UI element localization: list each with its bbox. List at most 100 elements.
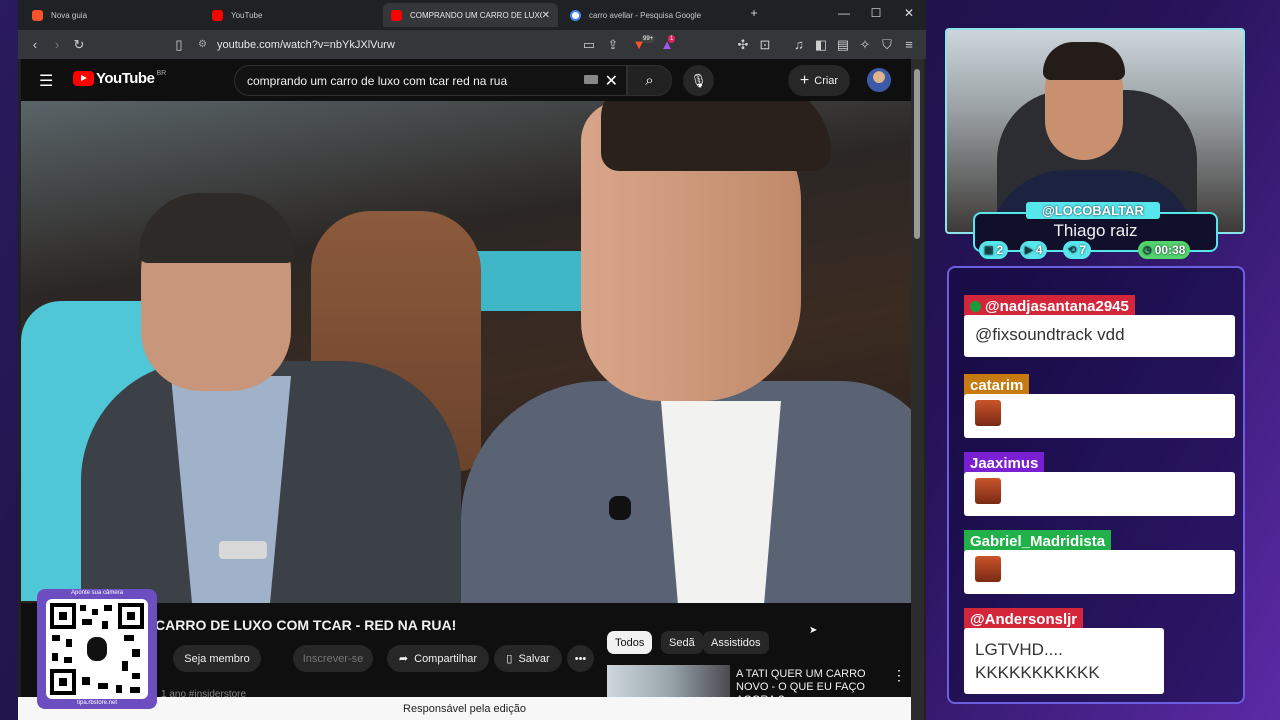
tab-youtube[interactable]: YouTube	[204, 3, 374, 27]
chat-overlay: @nadjasantana2945 @fixsoundtrack vdd cat…	[947, 266, 1245, 704]
chip-todos[interactable]: Todos	[607, 631, 653, 654]
youtube-icon	[212, 9, 223, 21]
youtube-header: ☰ YouTube BR comprando um carro de luxo …	[21, 59, 914, 101]
youtube-icon	[391, 9, 402, 21]
qr-caption-bottom: tipa.rbstore.net	[76, 700, 118, 706]
streamer-handle: @LOCOBALTAR	[1026, 202, 1160, 219]
video-frame	[61, 193, 481, 603]
media-icon[interactable]: ♫	[790, 36, 808, 53]
close-tab-icon[interactable]: ✕	[542, 10, 550, 21]
bookmark-icon[interactable]: ▯	[170, 36, 188, 53]
qr-code-overlay: Aponte sua câmera tipa.rbstore.net	[37, 589, 157, 709]
share-label: Compartilhar	[414, 652, 478, 665]
region-code: BR	[156, 70, 167, 77]
chat-username: Gabriel_Madridista	[964, 530, 1112, 552]
tab-video[interactable]: COMPRANDO UM CARRO DE LUXO CO✕	[383, 3, 558, 27]
qr-caption-top: Aponte sua câmera	[70, 590, 124, 596]
flag-icon	[970, 300, 981, 312]
avatar[interactable]	[867, 68, 891, 92]
bookmark-icon: ▯	[506, 653, 513, 665]
scrollbar-thumb[interactable]	[914, 69, 920, 239]
twitch-icon: ▣	[984, 244, 994, 256]
url-text: youtube.com/watch?v=nbYkJXlVurw	[216, 38, 395, 51]
video-title: CARRO DE LUXO COM TCAR - RED NA RUA!	[155, 617, 457, 633]
tab-label: Nova guia	[51, 10, 88, 20]
forward-icon[interactable]: ›	[48, 36, 66, 53]
search-value: comprando um carro de luxo com tcar red …	[247, 73, 508, 88]
tab-google[interactable]: carro avellar - Pesquisa Google	[562, 3, 737, 27]
minimize-icon[interactable]: —	[834, 6, 854, 20]
close-window-icon[interactable]: ✕	[899, 6, 919, 20]
menu-icon[interactable]: ≡	[900, 36, 918, 53]
tab-bar: Nova guia YouTube COMPRANDO UM CARRO DE …	[18, 0, 926, 30]
site-info-icon[interactable]: ⚙	[198, 39, 207, 50]
subscribe-button[interactable]: Inscrever-se	[293, 645, 373, 672]
kick-viewers: ⟲ 7	[1063, 241, 1092, 259]
screenshot-icon[interactable]: ⊡	[756, 36, 774, 53]
youtube-count: 4	[1035, 243, 1043, 257]
voice-search-icon[interactable]: 🎙	[683, 65, 714, 96]
streamer-name: Thiago raiz	[1053, 221, 1138, 240]
sidebar-icon[interactable]: ◧	[812, 36, 830, 53]
maximize-icon[interactable]: ☐	[866, 6, 886, 20]
google-icon	[570, 9, 581, 21]
chat-text: LGTVHD.... KKKKKKKKKKK	[964, 628, 1164, 694]
chip-assistidos[interactable]: Assistidos	[703, 631, 769, 654]
wallet-icon[interactable]: ▤	[834, 36, 852, 53]
emote-icon	[975, 556, 1001, 582]
twitch-count: 2	[996, 243, 1004, 257]
clock-icon: ◷	[1143, 244, 1152, 256]
chat-text	[964, 472, 1235, 516]
share-icon[interactable]: ⇪	[604, 36, 622, 53]
stream-timer: ◷ 00:38	[1138, 241, 1191, 259]
twitch-viewers: ▣ 2	[979, 241, 1009, 259]
video-frame	[219, 541, 267, 559]
tab-new[interactable]: Nova guia	[24, 3, 194, 27]
save-button[interactable]: ▯ Salvar	[494, 645, 562, 672]
tab-label: carro avellar - Pesquisa Google	[589, 10, 702, 20]
search-input[interactable]: comprando um carro de luxo com tcar red …	[234, 65, 627, 96]
chat-text	[964, 394, 1235, 438]
chat-username: @Andersonsljr	[964, 608, 1084, 630]
join-button[interactable]: Seja membro	[173, 645, 261, 672]
save-label: Salvar	[518, 652, 550, 665]
timer-value: 00:38	[1154, 243, 1186, 257]
more-vert-icon[interactable]: ⋮	[892, 667, 906, 684]
logo-text: YouTube	[96, 70, 155, 87]
plus-icon: +	[799, 71, 810, 89]
chat-username: @nadjasantana2945	[964, 295, 1135, 317]
video-frame	[609, 496, 631, 520]
cast-icon[interactable]: ▭	[580, 36, 598, 53]
create-label: Criar	[814, 74, 839, 87]
youtube-icon: ▶	[1025, 244, 1033, 256]
microphone-icon	[84, 634, 110, 664]
mouse-cursor-icon: ➤	[809, 625, 818, 636]
hamburger-icon[interactable]: ☰	[39, 71, 53, 91]
username-text: @nadjasantana2945	[985, 297, 1129, 315]
youtube-viewers: ▶ 4	[1020, 241, 1048, 259]
leo-icon[interactable]: ✧	[856, 36, 874, 53]
emote-icon	[975, 478, 1001, 504]
chat-username: catarim	[964, 374, 1030, 396]
extensions-icon[interactable]: ✣	[734, 36, 752, 53]
browser-toolbar: ‹ › ↻ ▯ ⚙ youtube.com/watch?v=nbYkJXlVurw…	[18, 30, 926, 59]
keyboard-icon[interactable]	[584, 75, 598, 84]
shields-count: 99+	[641, 35, 656, 43]
search-button[interactable]: ⌕	[627, 65, 672, 96]
chat-text	[964, 550, 1235, 594]
kick-icon: ⟲	[1068, 244, 1077, 256]
new-tab-icon[interactable]: +	[744, 6, 764, 20]
chat-username: Jaaximus	[964, 452, 1045, 474]
share-button[interactable]: ➦ Compartilhar	[387, 645, 489, 672]
video-player[interactable]	[21, 101, 912, 603]
more-actions-icon[interactable]: •••	[567, 645, 594, 672]
youtube-logo[interactable]: YouTube BR	[73, 70, 166, 87]
create-button[interactable]: + Criar	[788, 65, 850, 96]
reload-icon[interactable]: ↻	[70, 36, 88, 53]
chip-seda[interactable]: Sedã	[661, 631, 703, 654]
page-scrollbar[interactable]	[911, 59, 924, 720]
clear-search-icon[interactable]: ✕	[605, 71, 618, 91]
vpn-icon[interactable]: ⛉	[878, 36, 896, 53]
back-icon[interactable]: ‹	[26, 36, 44, 53]
address-bar[interactable]: ⚙ youtube.com/watch?v=nbYkJXlVurw	[198, 33, 578, 56]
